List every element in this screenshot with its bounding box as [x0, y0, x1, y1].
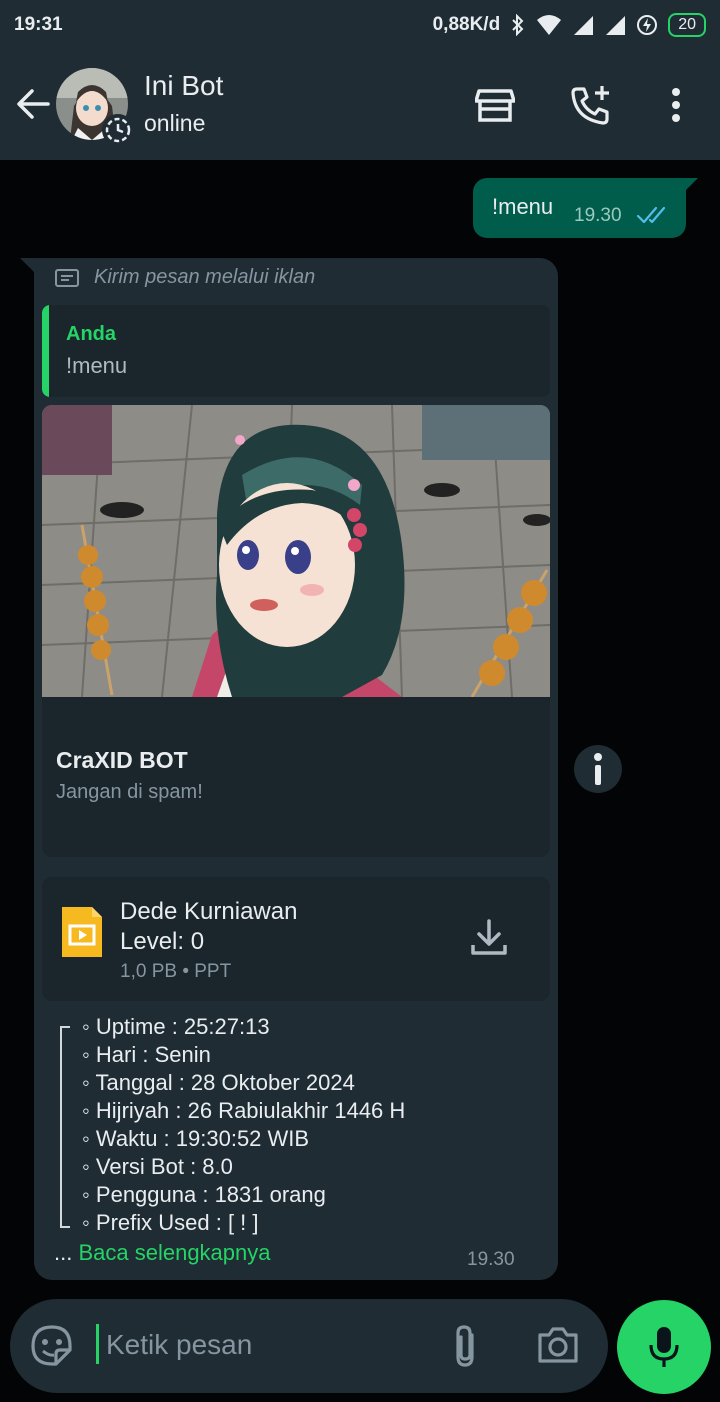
wifi-icon — [537, 15, 562, 35]
status-bar: 19:31 0,88K/d 20 — [0, 0, 720, 50]
sticker-icon — [31, 1325, 72, 1366]
chat-title[interactable]: Ini Bot — [144, 70, 223, 102]
paperclip-icon — [456, 1325, 474, 1367]
info-button[interactable] — [574, 745, 622, 793]
back-button[interactable] — [12, 82, 56, 126]
mic-icon — [649, 1327, 679, 1367]
message-input[interactable]: Ketik pesan — [106, 1329, 252, 1361]
signal-icon — [574, 16, 594, 35]
bluetooth-icon — [512, 14, 524, 36]
quote-bar — [42, 305, 49, 397]
info-time: ◦ Waktu : 19:30:52 WIB — [82, 1126, 310, 1151]
info-version: ◦ Versi Bot : 8.0 — [82, 1154, 233, 1179]
info-icon — [594, 753, 602, 785]
incoming-tail — [20, 258, 34, 272]
add-call-icon — [571, 86, 609, 125]
document-name-line2: Level: 0 — [120, 928, 205, 955]
status-indicators: 0,88K/d 20 — [433, 13, 706, 37]
quoted-message[interactable]: Anda !menu — [42, 305, 550, 397]
message-composer: Ketik pesan — [10, 1299, 608, 1393]
net-speed: 0,88K/d — [432, 14, 501, 35]
read-more-row: ... Baca selengkapnya — [54, 1240, 271, 1266]
ad-label: Kirim pesan melalui iklan — [94, 266, 316, 288]
attach-button[interactable] — [448, 1323, 482, 1374]
ad-label-row: Kirim pesan melalui iklan — [54, 266, 315, 289]
outgoing-time: 19.30 — [574, 205, 622, 226]
read-more-ellipsis: ... — [54, 1240, 73, 1265]
document-name: Dede Kurniawan Level: 0 — [120, 897, 297, 957]
document-meta: 1,0 PB • PPT — [120, 961, 232, 982]
ad-card-icon — [55, 268, 79, 287]
voice-record-button[interactable] — [617, 1300, 711, 1394]
read-ticks-icon — [636, 206, 666, 224]
info-uptime: ◦ Uptime : 25:27:13 — [82, 1014, 270, 1039]
storefront-icon — [475, 89, 515, 122]
document-attachment[interactable]: Dede Kurniawan Level: 0 1,0 PB • PPT — [42, 877, 550, 1001]
arrow-left-icon — [17, 89, 50, 119]
card-subtitle: Jangan di spam! — [56, 781, 203, 803]
battery-indicator: 20 — [668, 13, 706, 37]
sticker-button[interactable] — [30, 1324, 74, 1373]
read-more-link[interactable]: Baca selengkapnya — [78, 1240, 270, 1265]
info-users: ◦ Pengguna : 1831 orang — [82, 1182, 326, 1207]
camera-button[interactable] — [536, 1325, 580, 1370]
more-options-button[interactable] — [651, 80, 701, 130]
outgoing-text: !menu — [492, 194, 554, 219]
list-bracket — [60, 1026, 70, 1228]
card-title: CraXID BOT — [56, 747, 188, 773]
slides-file-icon — [62, 907, 102, 957]
charging-icon — [637, 15, 658, 35]
quote-text: !menu — [66, 353, 128, 378]
document-name-line1: Dede Kurniawan — [120, 898, 298, 925]
quote-author: Anda — [66, 323, 116, 345]
shop-button[interactable] — [470, 80, 520, 130]
chat-header: Ini Bot online — [0, 50, 720, 160]
signal-icon-2 — [606, 16, 626, 35]
add-call-button[interactable] — [566, 80, 616, 130]
more-vert-icon — [672, 88, 680, 122]
camera-icon — [538, 1327, 578, 1363]
download-button[interactable] — [468, 917, 510, 964]
info-date: ◦ Tanggal : 28 Oktober 2024 — [82, 1070, 355, 1095]
outgoing-tail — [684, 178, 698, 192]
status-time: 19:31 — [14, 14, 63, 35]
info-day: ◦ Hari : Senin — [82, 1042, 211, 1067]
info-prefix: ◦ Prefix Used : [ ! ] — [82, 1210, 259, 1235]
info-hijri: ◦ Hijriyah : 26 Rabiulakhir 1446 H — [82, 1098, 406, 1123]
download-icon — [471, 919, 507, 955]
status-ring-icon — [102, 114, 134, 146]
link-preview-card[interactable]: CraXID BOT Jangan di spam! — [42, 405, 550, 857]
chat-status: online — [144, 110, 206, 136]
preview-image[interactable] — [42, 405, 550, 697]
text-caret — [96, 1324, 99, 1364]
incoming-time: 19.30 — [467, 1249, 515, 1270]
